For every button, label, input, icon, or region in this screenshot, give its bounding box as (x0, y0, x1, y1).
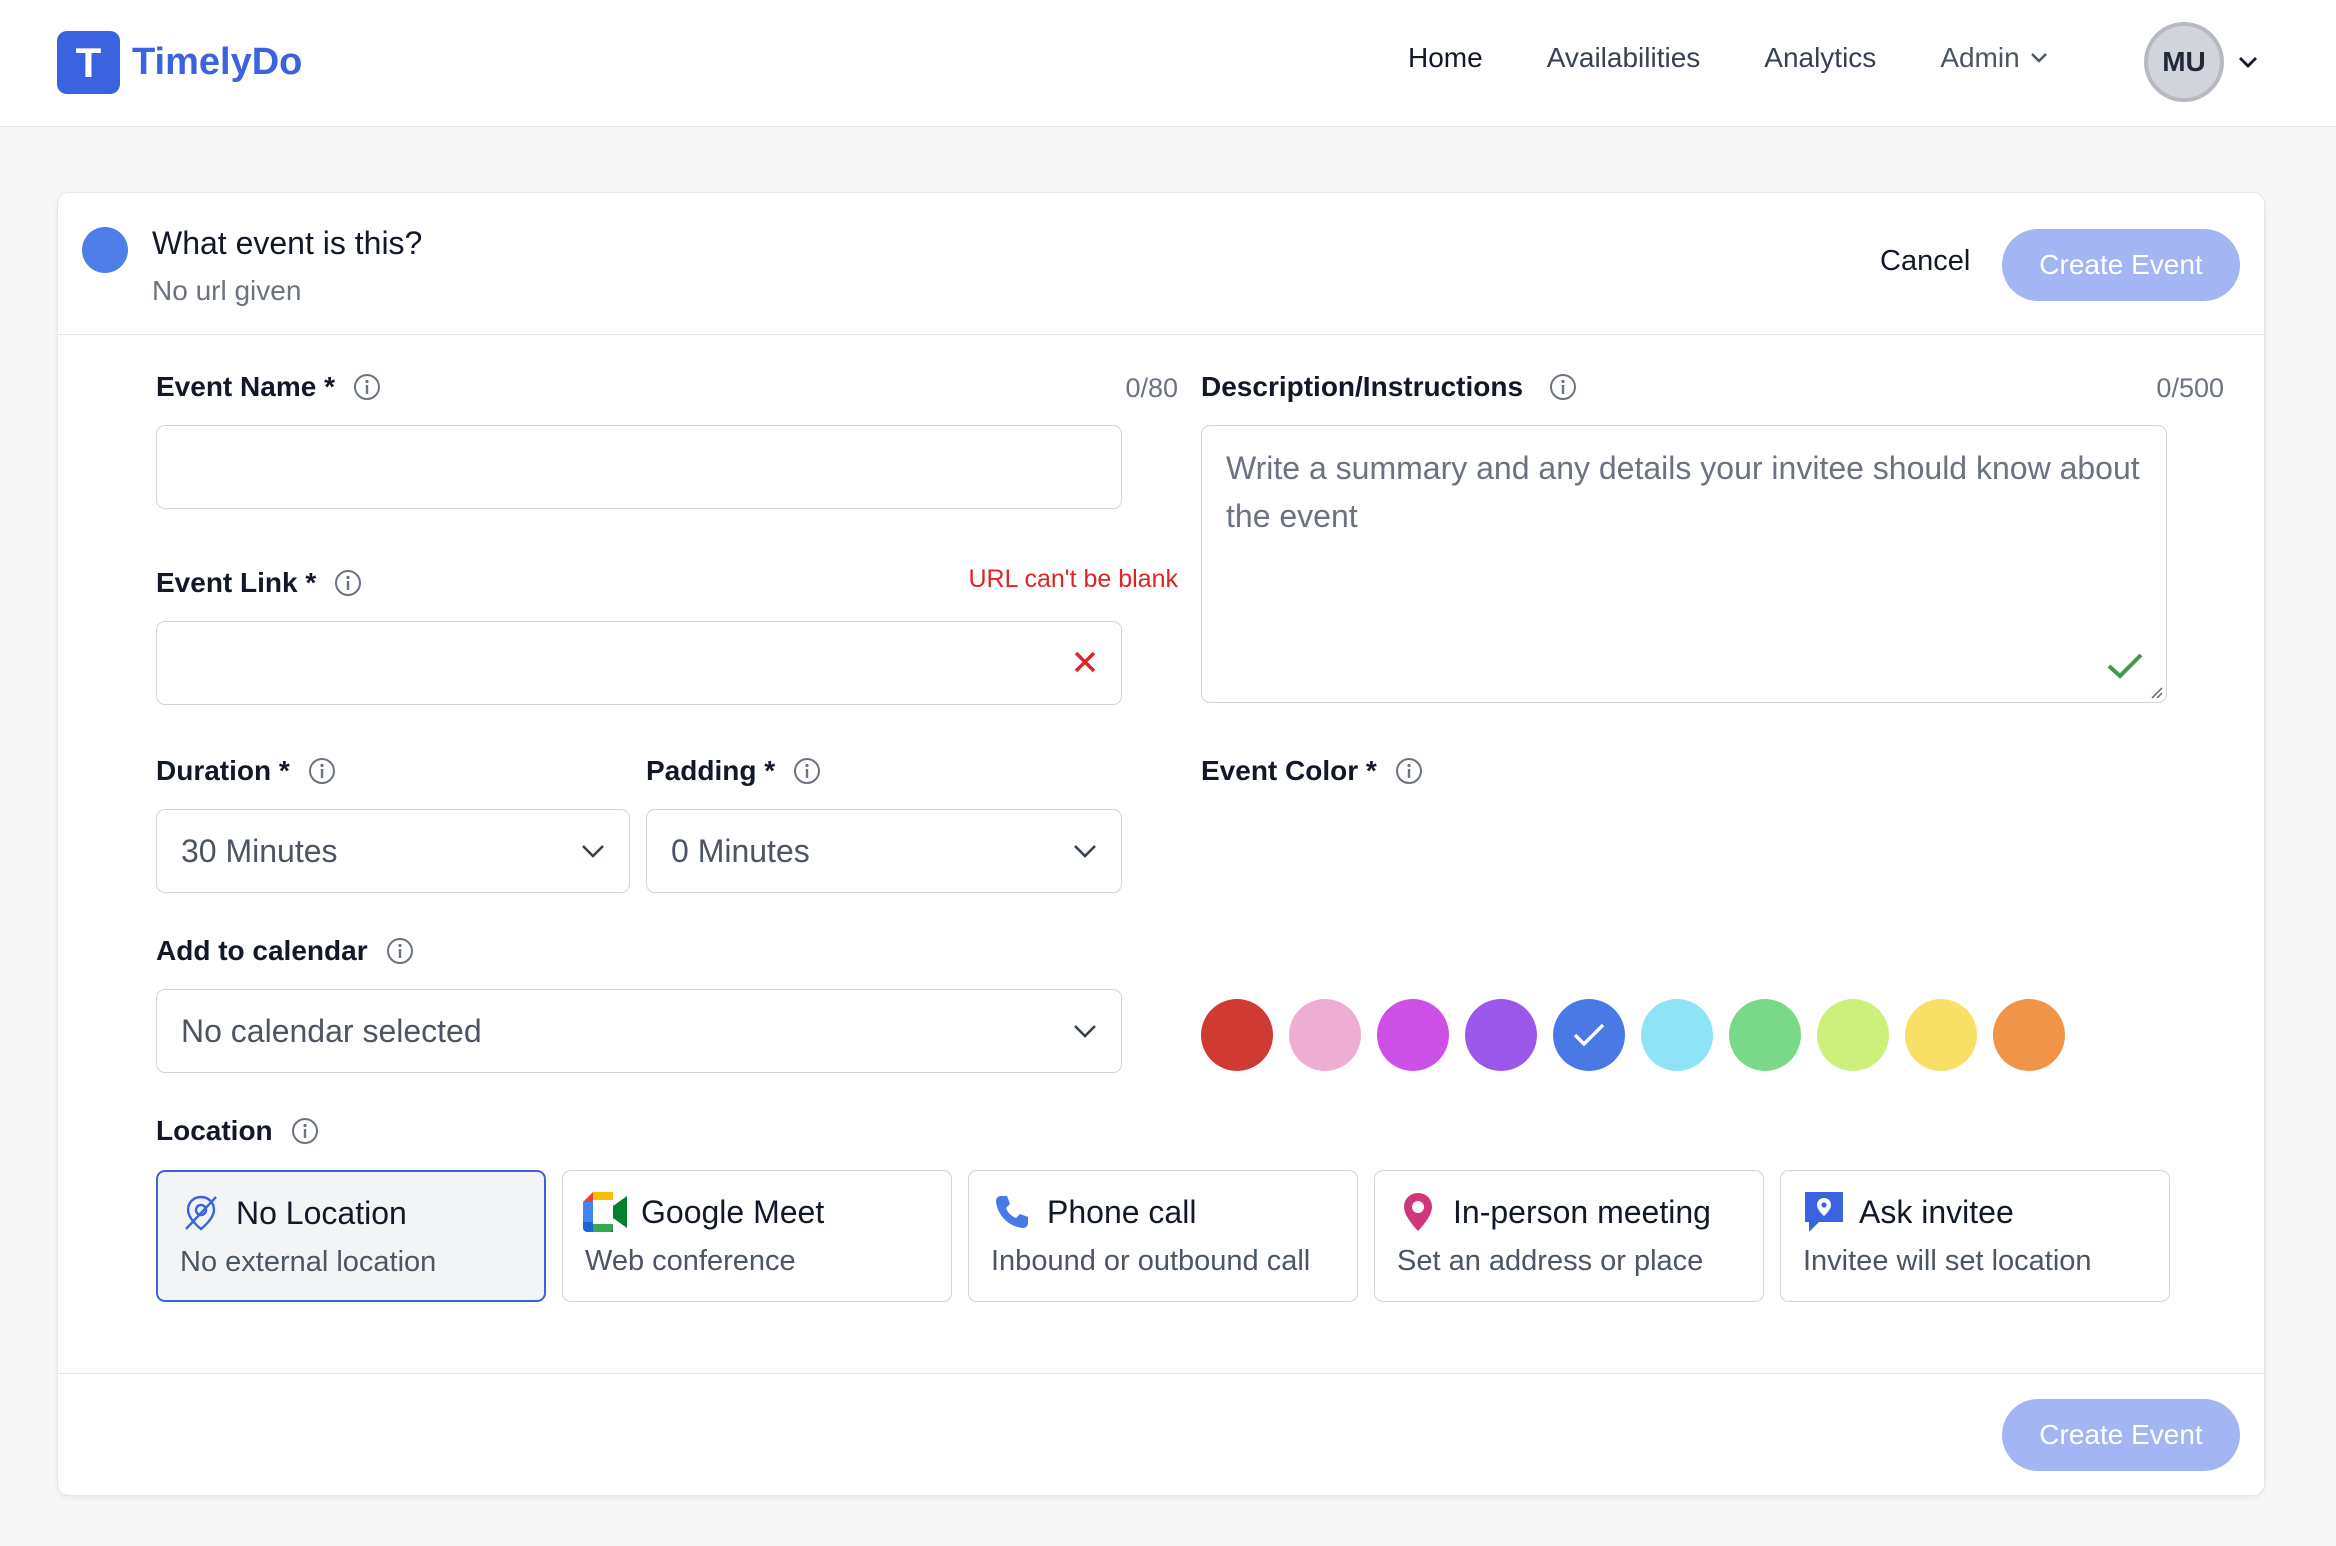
chevron-down-icon (1074, 845, 1096, 858)
color-swatch[interactable] (1641, 999, 1713, 1071)
google-meet-icon (583, 1189, 629, 1235)
avatar: MU (2144, 22, 2224, 102)
info-icon[interactable] (1395, 757, 1423, 785)
event-link-error: URL can't be blank (968, 565, 1178, 593)
event-color-label: Event Color * (1201, 755, 1423, 787)
info-icon[interactable] (1549, 373, 1577, 401)
color-swatch[interactable] (1289, 999, 1361, 1071)
event-name-label: Event Name * (156, 371, 381, 403)
calendar-value: No calendar selected (181, 1012, 482, 1049)
phone-icon (989, 1189, 1035, 1235)
nav-home[interactable]: Home (1408, 42, 1483, 74)
nav-links: Home Availabilities Analytics Admin (1408, 42, 2112, 74)
event-color-label-text: Event Color * (1201, 755, 1377, 786)
color-swatch[interactable] (1465, 999, 1537, 1071)
color-swatch[interactable] (1993, 999, 2065, 1071)
event-title: What event is this? (152, 225, 423, 261)
event-name-input[interactable] (156, 425, 1122, 509)
event-link-label: Event Link * (156, 567, 362, 599)
description-label: Description/Instructions (1201, 371, 1577, 403)
description-counter: 0/500 (2156, 373, 2224, 403)
brand-logo: T (57, 31, 120, 94)
location-option-google-meet[interactable]: Google Meet Web conference (562, 1170, 952, 1302)
location-label: Location (156, 1115, 319, 1147)
location-option-subtitle: Web conference (585, 1245, 796, 1277)
info-icon[interactable] (386, 937, 414, 965)
color-swatch[interactable] (1729, 999, 1801, 1071)
event-name-counter: 0/80 (1125, 373, 1178, 403)
location-option-title: Google Meet (641, 1193, 825, 1230)
location-option-title: Phone call (1047, 1193, 1197, 1230)
info-icon[interactable] (308, 757, 336, 785)
location-option-ask-invitee[interactable]: Ask invitee Invitee will set location (1780, 1170, 2170, 1302)
chat-pin-icon (1801, 1189, 1847, 1235)
padding-label: Padding * (646, 755, 821, 787)
brand-name: TimelyDo (132, 41, 303, 83)
event-link-input[interactable] (156, 621, 1122, 705)
nav-analytics[interactable]: Analytics (1764, 42, 1876, 74)
description-placeholder: Write a summary and any details your inv… (1226, 450, 2140, 534)
color-swatch[interactable] (1553, 999, 1625, 1071)
error-x-icon (1074, 651, 1096, 673)
nav-availabilities[interactable]: Availabilities (1547, 42, 1701, 74)
card-header: What event is this? No url given Cancel … (58, 193, 2264, 335)
info-icon[interactable] (353, 373, 381, 401)
chevron-down-icon (1074, 1025, 1096, 1038)
calendar-label-text: Add to calendar (156, 935, 368, 966)
nav-admin-dropdown[interactable]: Admin (1940, 42, 2047, 74)
calendar-select[interactable]: No calendar selected (156, 989, 1122, 1073)
location-option-subtitle: No external location (180, 1246, 437, 1278)
footer-divider (58, 1373, 2264, 1374)
no-location-icon (178, 1190, 224, 1236)
event-url: No url given (152, 275, 302, 306)
location-option-no-location[interactable]: No Location No external location (156, 1170, 546, 1302)
create-event-button[interactable]: Create Event (2002, 229, 2240, 301)
duration-label-text: Duration * (156, 755, 290, 786)
create-event-card: What event is this? No url given Cancel … (57, 192, 2265, 1496)
location-option-subtitle: Inbound or outbound call (991, 1245, 1311, 1277)
resize-handle-icon[interactable] (2149, 685, 2163, 699)
location-option-subtitle: Set an address or place (1397, 1245, 1704, 1277)
info-icon[interactable] (291, 1117, 319, 1145)
event-color-picker (1201, 999, 2081, 1071)
duration-select[interactable]: 30 Minutes (156, 809, 630, 893)
location-options: No Location No external location Google … (156, 1170, 2186, 1302)
location-option-subtitle: Invitee will set location (1803, 1245, 2092, 1277)
color-swatch[interactable] (1201, 999, 1273, 1071)
chevron-down-icon (2239, 56, 2257, 68)
location-label-text: Location (156, 1115, 273, 1146)
cancel-button[interactable]: Cancel (1880, 245, 1970, 278)
create-event-button-footer[interactable]: Create Event (2002, 1399, 2240, 1471)
location-option-title: In-person meeting (1453, 1193, 1711, 1230)
description-label-text: Description/Instructions (1201, 371, 1524, 402)
chevron-down-icon (2030, 53, 2047, 63)
chevron-down-icon (582, 845, 604, 858)
padding-label-text: Padding * (646, 755, 776, 786)
location-option-title: No Location (236, 1194, 407, 1231)
nav-admin-label: Admin (1940, 42, 2020, 73)
event-link-label-text: Event Link * (156, 567, 317, 598)
location-option-phone-call[interactable]: Phone call Inbound or outbound call (968, 1170, 1358, 1302)
location-option-title: Ask invitee (1859, 1193, 2014, 1230)
duration-label: Duration * (156, 755, 336, 787)
location-option-in-person[interactable]: In-person meeting Set an address or plac… (1374, 1170, 1764, 1302)
color-swatch[interactable] (1817, 999, 1889, 1071)
event-color-dot (82, 227, 128, 273)
map-pin-icon (1395, 1189, 1441, 1235)
check-icon (2107, 653, 2143, 679)
duration-value: 30 Minutes (181, 832, 338, 869)
event-name-label-text: Event Name * (156, 371, 335, 402)
check-icon (1573, 1023, 1605, 1047)
description-textarea[interactable]: Write a summary and any details your inv… (1201, 425, 2167, 703)
color-swatch[interactable] (1377, 999, 1449, 1071)
color-swatch[interactable] (1905, 999, 1977, 1071)
user-menu[interactable]: MU (2144, 22, 2258, 102)
padding-select[interactable]: 0 Minutes (646, 809, 1122, 893)
brand[interactable]: T TimelyDo (57, 31, 302, 94)
padding-value: 0 Minutes (671, 832, 810, 869)
top-navbar: T TimelyDo Home Availabilities Analytics… (0, 0, 2336, 127)
info-icon[interactable] (334, 569, 362, 597)
info-icon[interactable] (793, 757, 821, 785)
calendar-label: Add to calendar (156, 935, 414, 967)
